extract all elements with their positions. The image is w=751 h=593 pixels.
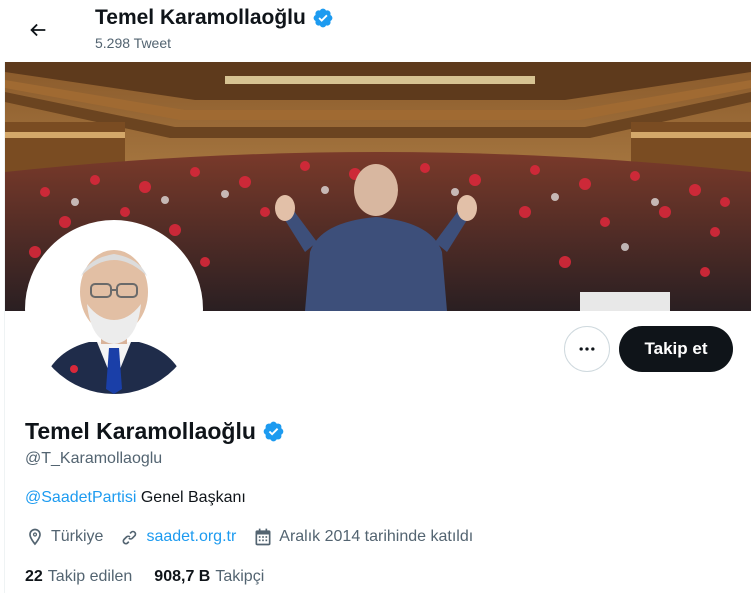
followers-label: Takipçi [215, 568, 265, 585]
profile-name-row: Temel Karamollaoğlu [25, 418, 285, 445]
more-icon [579, 347, 595, 351]
joined-item: Aralık 2014 tarihinde katıldı [253, 527, 473, 547]
header-name: Temel Karamollaoğlu [95, 6, 306, 29]
following-label: Takip edilen [47, 568, 133, 585]
website-link[interactable]: saadet.org.tr [146, 528, 236, 546]
profile-header-bar: Temel Karamollaoğlu 5.298 Tweet [0, 0, 751, 62]
bio-text: Genel Başkanı [136, 489, 246, 506]
bio-mention-link[interactable]: @SaadetPartisi [25, 489, 136, 506]
location-icon [29, 528, 41, 546]
website-item: saadet.org.tr [120, 527, 236, 547]
verified-badge-icon [313, 8, 333, 28]
link-icon [122, 530, 137, 545]
joined-text: Aralık 2014 tarihinde katıldı [279, 528, 474, 545]
following-count: 22 [25, 568, 43, 585]
more-options-button[interactable] [564, 326, 610, 372]
profile-avatar[interactable] [25, 220, 203, 398]
tweet-count: 5.298 Tweet [95, 35, 172, 51]
follow-button[interactable]: Takip et [619, 326, 733, 372]
location-text: Türkiye [51, 528, 104, 545]
back-arrow-icon [30, 23, 46, 37]
profile-name: Temel Karamollaoğlu [25, 418, 256, 444]
profile-bio: @SaadetPartisi Genel Başkanı [25, 489, 246, 507]
followers-stat[interactable]: 908,7 B Takipçi [154, 568, 264, 586]
back-button[interactable] [20, 12, 56, 48]
calendar-icon [255, 528, 271, 546]
profile-handle: @T_Karamollaoglu [25, 450, 163, 467]
verified-badge-icon [263, 421, 284, 442]
follow-stats: 22 Takip edilen 908,7 B Takipçi [25, 568, 286, 586]
profile-meta: Türkiye saadet.org.tr Aralık 2014 tarihi… [25, 527, 490, 547]
following-stat[interactable]: 22 Takip edilen [25, 568, 132, 586]
followers-count: 908,7 B [154, 568, 211, 585]
location-item: Türkiye [25, 527, 103, 547]
header-title: Temel Karamollaoğlu [95, 6, 334, 30]
